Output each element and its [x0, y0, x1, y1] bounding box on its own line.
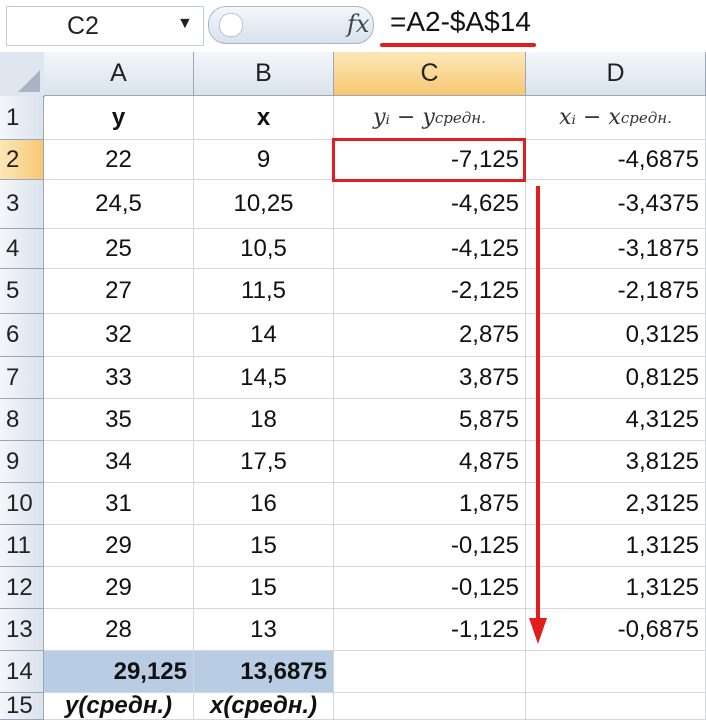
cell-d2[interactable]: -4,6875	[526, 140, 706, 180]
cell-d8[interactable]: 4,3125	[526, 399, 706, 441]
cell-c12[interactable]: -0,125	[334, 567, 526, 609]
row-header-4[interactable]: 4	[0, 229, 44, 269]
row-header-12[interactable]: 12	[0, 567, 44, 609]
active-cell-outline	[332, 138, 526, 182]
cell-a8[interactable]: 35	[44, 399, 194, 441]
cell-d6[interactable]: 0,3125	[526, 314, 706, 357]
cell-c3[interactable]: -4,625	[334, 180, 526, 229]
cell-a6[interactable]: 32	[44, 314, 194, 357]
name-box[interactable]: C2 ▼	[6, 6, 204, 46]
cell-b2[interactable]: 9	[194, 140, 334, 180]
cell-b3[interactable]: 10,25	[194, 180, 334, 229]
cell-d1[interactable]: xᵢ − x средн.	[526, 96, 706, 140]
cell-c1[interactable]: yᵢ − y средн.	[334, 96, 526, 140]
row-header-8[interactable]: 8	[0, 399, 44, 441]
cell-b15[interactable]: x(средн.)	[194, 693, 334, 720]
spreadsheet-grid: A B C D 1 2 3 4 5 6 7 8 9 10 11 12 13 14 15 y x yᵢ − y средн. x…	[0, 52, 706, 720]
row-header-11[interactable]: 11	[0, 525, 44, 567]
cell-c10[interactable]: 1,875	[334, 483, 526, 525]
cell-c6[interactable]: 2,875	[334, 314, 526, 357]
cell-d3[interactable]: -3,4375	[526, 180, 706, 229]
row-header-14[interactable]: 14	[0, 651, 44, 693]
math-header-base: xᵢ − x	[559, 105, 621, 130]
select-all-icon	[18, 70, 40, 92]
cell-b11[interactable]: 15	[194, 525, 334, 567]
formula-input[interactable]: =A2-$A$14	[390, 6, 531, 38]
cell-a4[interactable]: 25	[44, 229, 194, 269]
cell-d10[interactable]: 2,3125	[526, 483, 706, 525]
cell-c13[interactable]: -1,125	[334, 609, 526, 651]
cell-c9[interactable]: 4,875	[334, 441, 526, 483]
cell-b12[interactable]: 15	[194, 567, 334, 609]
cell-a7[interactable]: 33	[44, 357, 194, 399]
cell-a14[interactable]: 29,125	[44, 651, 194, 693]
column-header-a[interactable]: A	[44, 52, 194, 96]
cell-b1[interactable]: x	[194, 96, 334, 140]
cell-a13[interactable]: 28	[44, 609, 194, 651]
formula-annotation-underline	[380, 43, 536, 47]
row-header-1[interactable]: 1	[0, 96, 44, 140]
fill-down-arrow-shaft	[536, 186, 540, 620]
cell-c15[interactable]	[334, 693, 526, 720]
cell-a15[interactable]: y(средн.)	[44, 693, 194, 720]
cell-c7[interactable]: 3,875	[334, 357, 526, 399]
cell-a12[interactable]: 29	[44, 567, 194, 609]
cell-c11[interactable]: -0,125	[334, 525, 526, 567]
column-header-d[interactable]: D	[526, 52, 706, 96]
cell-c14[interactable]	[334, 651, 526, 693]
name-box-value: C2	[67, 12, 99, 40]
formula-bar-controls: fx	[208, 6, 374, 44]
math-header-base: yᵢ − y	[373, 105, 435, 130]
cell-b9[interactable]: 17,5	[194, 441, 334, 483]
cell-d11[interactable]: 1,3125	[526, 525, 706, 567]
cell-c8[interactable]: 5,875	[334, 399, 526, 441]
cell-a2[interactable]: 22	[44, 140, 194, 180]
column-header-b[interactable]: B	[194, 52, 334, 96]
fill-down-arrow-head	[529, 618, 547, 644]
formula-bar-resize-handle[interactable]	[219, 13, 243, 37]
math-header-subscript: средн.	[434, 108, 486, 127]
select-all-corner[interactable]	[0, 52, 45, 97]
row-header-7[interactable]: 7	[0, 357, 44, 399]
cell-d4[interactable]: -3,1875	[526, 229, 706, 269]
cell-a5[interactable]: 27	[44, 269, 194, 314]
cell-b5[interactable]: 11,5	[194, 269, 334, 314]
cell-a10[interactable]: 31	[44, 483, 194, 525]
cell-b10[interactable]: 16	[194, 483, 334, 525]
row-header-6[interactable]: 6	[0, 314, 44, 357]
cell-c4[interactable]: -4,125	[334, 229, 526, 269]
row-header-10[interactable]: 10	[0, 483, 44, 525]
row-header-15[interactable]: 15	[0, 692, 44, 720]
cell-c5[interactable]: -2,125	[334, 269, 526, 314]
cell-d7[interactable]: 0,8125	[526, 357, 706, 399]
cell-d15[interactable]	[526, 693, 706, 720]
cell-b8[interactable]: 18	[194, 399, 334, 441]
cell-d5[interactable]: -2,1875	[526, 269, 706, 314]
cell-a1[interactable]: y	[44, 96, 194, 140]
cell-b14[interactable]: 13,6875	[194, 651, 334, 693]
cell-d9[interactable]: 3,8125	[526, 441, 706, 483]
cell-b4[interactable]: 10,5	[194, 229, 334, 269]
cell-d12[interactable]: 1,3125	[526, 567, 706, 609]
cell-a11[interactable]: 29	[44, 525, 194, 567]
cell-a9[interactable]: 34	[44, 441, 194, 483]
chevron-down-icon[interactable]: ▼	[177, 15, 193, 33]
row-header-2[interactable]: 2	[0, 140, 44, 180]
math-header-subscript: средн.	[620, 108, 672, 127]
cell-b13[interactable]: 13	[194, 609, 334, 651]
row-header-5[interactable]: 5	[0, 269, 44, 314]
insert-function-icon[interactable]: fx	[347, 10, 369, 38]
cell-a3[interactable]: 24,5	[44, 180, 194, 229]
row-header-13[interactable]: 13	[0, 609, 44, 651]
row-header-9[interactable]: 9	[0, 441, 44, 483]
row-header-3[interactable]: 3	[0, 180, 44, 229]
formula-bar: C2 ▼ fx =A2-$A$14	[0, 0, 706, 53]
cell-d14[interactable]	[526, 651, 706, 693]
column-header-c[interactable]: C	[334, 52, 526, 96]
cell-d13[interactable]: -0,6875	[526, 609, 706, 651]
cell-b7[interactable]: 14,5	[194, 357, 334, 399]
cell-b6[interactable]: 14	[194, 314, 334, 357]
